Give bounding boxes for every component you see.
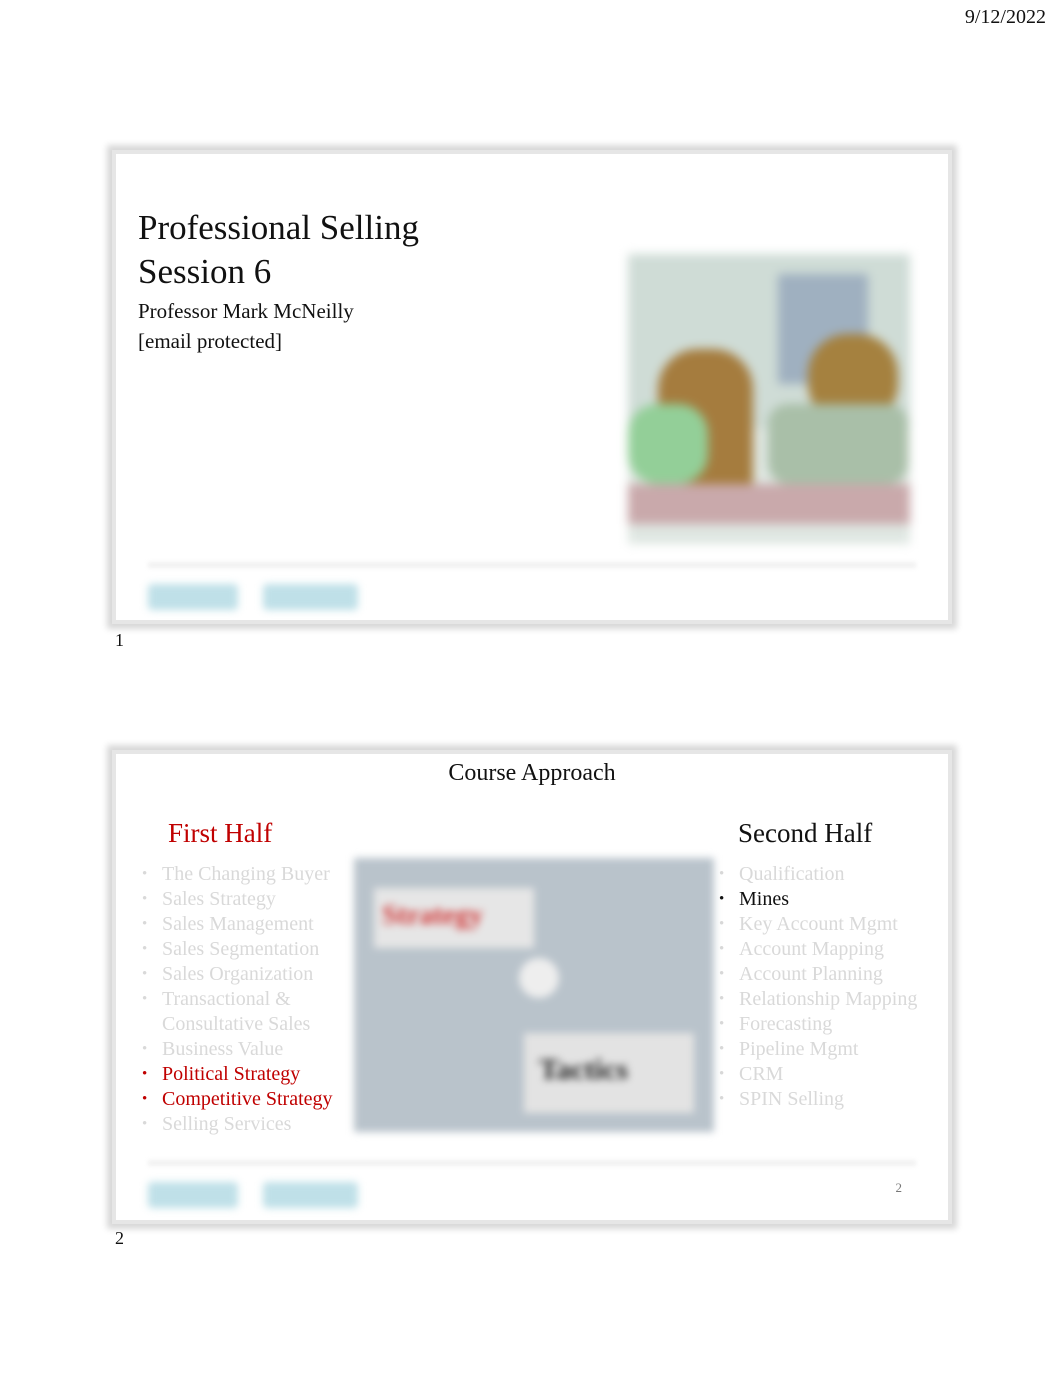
presenter-email: [email protected]	[138, 329, 283, 353]
list-item: Political Strategy	[142, 1062, 352, 1087]
slide-1: Professional Selling Session 6 Professor…	[112, 150, 952, 624]
list-item: The Changing Buyer	[142, 862, 352, 887]
list-item: CRM	[719, 1062, 939, 1087]
list-item: Business Value	[142, 1037, 352, 1062]
list-item: Account Planning	[719, 962, 939, 987]
slide-title: Professional Selling Session 6	[138, 206, 419, 294]
image-word-tactics: Tactics	[539, 1053, 628, 1086]
cartoon-image	[628, 254, 910, 544]
list-item: SPIN Selling	[719, 1087, 939, 1112]
list-item: Account Mapping	[719, 937, 939, 962]
footer-divider	[148, 1160, 916, 1166]
university-logo	[148, 1178, 363, 1212]
strategy-tactics-image: Strategy Tactics	[354, 858, 714, 1132]
slide-2: Course Approach First Half Second Half T…	[112, 750, 952, 1224]
list-item: Sales Strategy	[142, 887, 352, 912]
first-half-list: The Changing BuyerSales StrategySales Ma…	[142, 862, 352, 1137]
presenter-name: Professor Mark McNeilly	[138, 299, 354, 323]
second-half-list: QualificationMinesKey Account MgmtAccoun…	[719, 862, 939, 1112]
list-item: Sales Management	[142, 912, 352, 937]
list-item: Selling Services	[142, 1112, 352, 1137]
print-date: 9/12/2022	[964, 6, 1046, 28]
title-line-1: Professional Selling	[138, 208, 419, 247]
list-item: Forecasting	[719, 1012, 939, 1037]
list-item: Key Account Mgmt	[719, 912, 939, 937]
presenter-info: Professor Mark McNeilly [email protected…	[138, 296, 354, 356]
slide-page-label: 2	[895, 1180, 903, 1195]
title-line-2: Session 6	[138, 252, 272, 291]
list-item: Pipeline Mgmt	[719, 1037, 939, 1062]
list-item: Qualification	[719, 862, 939, 887]
list-item: Sales Segmentation	[142, 937, 352, 962]
list-item: Sales Organization	[142, 962, 352, 987]
footer-divider	[148, 562, 916, 568]
document-page: 9/12/2022 Professional Selling Session 6…	[0, 0, 1062, 1377]
list-item: Competitive Strategy	[142, 1087, 352, 1112]
slide-number: 2	[115, 1228, 124, 1248]
university-logo	[148, 580, 363, 614]
slide-number: 1	[115, 630, 124, 650]
second-half-heading: Second Half	[738, 818, 873, 848]
slide-title: Course Approach	[448, 760, 616, 786]
list-item: Mines	[719, 887, 939, 912]
list-item: Relationship Mapping	[719, 987, 939, 1012]
list-item: Transactional & Consultative Sales	[142, 987, 352, 1037]
first-half-heading: First Half	[168, 818, 273, 848]
image-word-strategy: Strategy	[382, 900, 484, 931]
